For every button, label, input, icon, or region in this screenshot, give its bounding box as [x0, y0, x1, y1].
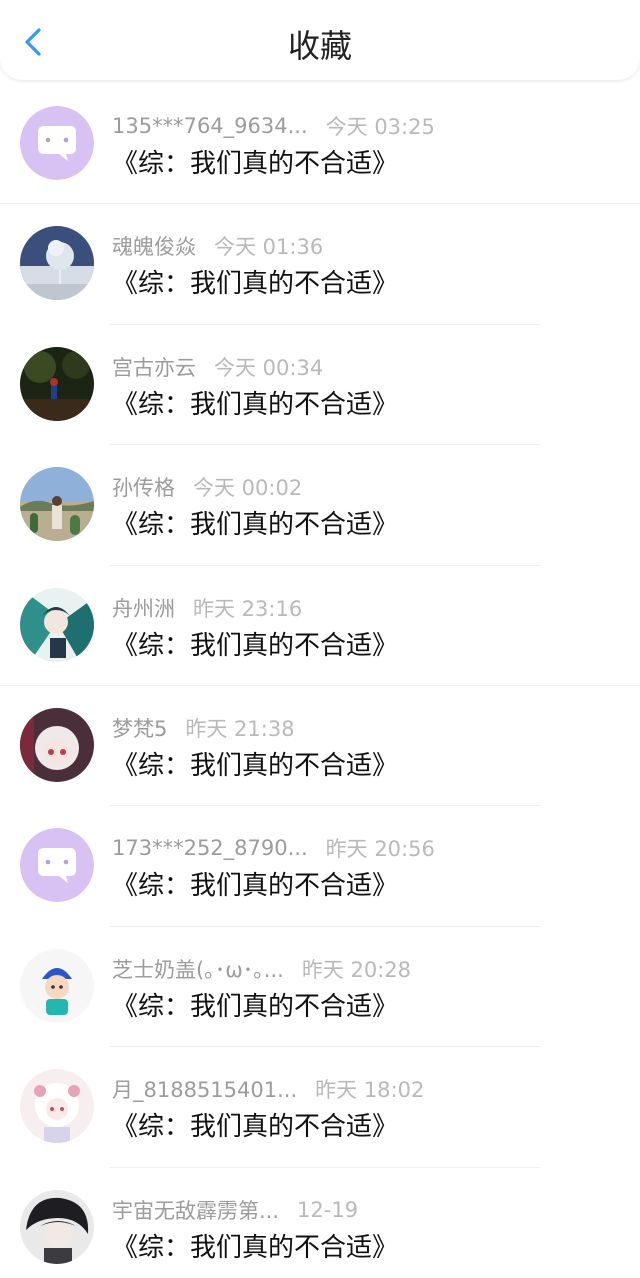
- book-title[interactable]: 《综：我们真的不合适》: [112, 1231, 398, 1265]
- book-title[interactable]: 《综：我们真的不合适》: [112, 388, 398, 422]
- item-meta: 舟州洲 昨天 23:16: [112, 593, 302, 623]
- timestamp: 今天 00:34: [214, 355, 324, 380]
- default-chat-avatar-icon: [20, 828, 94, 903]
- list-item[interactable]: 宫古亦云 今天 00:34 《综：我们真的不合适》: [0, 325, 640, 446]
- user-name[interactable]: 月_8188515401...: [112, 1074, 297, 1104]
- favorites-screen: 收藏 135***764_9634... 今天 03:25 《综：我们真的不合适…: [0, 0, 640, 1278]
- timestamp: 昨天 20:56: [325, 837, 435, 862]
- list-item[interactable]: 135***764_9634... 今天 03:25 《综：我们真的不合适》: [0, 84, 640, 205]
- list-item[interactable]: 芝士奶盖(｡･ω･｡... 昨天 20:28 《综：我们真的不合适》: [0, 927, 640, 1048]
- book-title[interactable]: 《综：我们真的不合适》: [112, 508, 398, 542]
- list-item[interactable]: 月_8188515401... 昨天 18:02 《综：我们真的不合适》: [0, 1047, 640, 1168]
- avatar[interactable]: [20, 948, 94, 1023]
- avatar[interactable]: [20, 106, 94, 180]
- timestamp: 昨天 18:02: [315, 1078, 425, 1103]
- list-item[interactable]: 魂魄俊焱 今天 01:36 《综：我们真的不合适》: [0, 204, 640, 325]
- outdoor-person-photo-icon: [20, 467, 94, 542]
- user-name[interactable]: 宇宙无敌霹雳第...: [112, 1195, 279, 1225]
- list-item[interactable]: 宇宙无敌霹雳第... 12-19 《综：我们真的不合适》: [0, 1168, 640, 1278]
- user-name[interactable]: 舟州洲: [112, 593, 175, 623]
- avatar[interactable]: [20, 707, 94, 782]
- winter-tree-photo-icon: [20, 226, 94, 301]
- item-meta: 宇宙无敌霹雳第... 12-19: [112, 1195, 358, 1225]
- book-title[interactable]: 《综：我们真的不合适》: [112, 267, 398, 301]
- avatar[interactable]: [20, 587, 94, 662]
- avatar[interactable]: [20, 1189, 94, 1264]
- book-title[interactable]: 《综：我们真的不合适》: [112, 749, 398, 783]
- book-title[interactable]: 《综：我们真的不合适》: [112, 869, 398, 903]
- user-name[interactable]: 梦梵5: [112, 713, 167, 743]
- top-bar: 收藏: [0, 0, 640, 80]
- list-item[interactable]: 孙传格 今天 00:02 《综：我们真的不合适》: [0, 445, 640, 566]
- anime-girl-pastel-icon: [20, 1069, 94, 1144]
- list-item[interactable]: 梦梵5 昨天 21:38 《综：我们真的不合适》: [0, 686, 640, 807]
- dark-forest-photo-icon: [20, 346, 94, 421]
- avatar[interactable]: [20, 346, 94, 421]
- timestamp: 昨天 21:38: [185, 716, 295, 741]
- user-name[interactable]: 芝士奶盖(｡･ω･｡...: [112, 954, 284, 984]
- page-title: 收藏: [287, 27, 352, 65]
- timestamp: 今天 01:36: [214, 235, 324, 260]
- anime-girl-white-hair-icon: [20, 707, 94, 782]
- item-meta: 宫古亦云 今天 00:34: [112, 352, 323, 382]
- user-name[interactable]: 宫古亦云: [112, 352, 196, 382]
- anime-art-teal-icon: [20, 587, 94, 662]
- item-meta: 月_8188515401... 昨天 18:02: [112, 1074, 424, 1104]
- item-meta: 孙传格 今天 00:02: [112, 472, 302, 502]
- item-meta: 173***252_8790... 昨天 20:56: [112, 833, 435, 863]
- avatar[interactable]: [20, 467, 94, 542]
- item-meta: 梦梵5 昨天 21:38: [112, 713, 295, 743]
- item-meta: 魂魄俊焱 今天 01:36: [112, 231, 323, 261]
- timestamp: 12-19: [297, 1197, 359, 1222]
- user-name[interactable]: 魂魄俊焱: [112, 231, 196, 261]
- list-item[interactable]: 173***252_8790... 昨天 20:56 《综：我们真的不合适》: [0, 806, 640, 927]
- avatar[interactable]: [20, 828, 94, 903]
- user-name[interactable]: 孙传格: [112, 472, 175, 502]
- dark-hair-sketch-icon: [20, 1189, 94, 1264]
- timestamp: 昨天 23:16: [193, 596, 303, 621]
- favorites-list: 135***764_9634... 今天 03:25 《综：我们真的不合适》 魂…: [0, 84, 640, 1278]
- user-name[interactable]: 135***764_9634...: [112, 114, 308, 138]
- list-item[interactable]: 舟州洲 昨天 23:16 《综：我们真的不合适》: [0, 566, 640, 686]
- book-title[interactable]: 《综：我们真的不合适》: [112, 147, 398, 181]
- avatar[interactable]: [20, 226, 94, 301]
- default-chat-avatar-icon: [20, 106, 94, 180]
- item-meta: 135***764_9634... 今天 03:25: [112, 111, 435, 141]
- user-name[interactable]: 173***252_8790...: [112, 836, 308, 860]
- timestamp: 今天 03:25: [325, 115, 435, 139]
- book-title[interactable]: 《综：我们真的不合适》: [112, 1110, 398, 1144]
- book-title[interactable]: 《综：我们真的不合适》: [112, 990, 398, 1024]
- cartoon-boy-blue-hat-icon: [20, 948, 94, 1023]
- book-title[interactable]: 《综：我们真的不合适》: [112, 629, 398, 663]
- avatar[interactable]: [20, 1069, 94, 1144]
- item-meta: 芝士奶盖(｡･ω･｡... 昨天 20:28: [112, 954, 411, 984]
- timestamp: 今天 00:02: [193, 476, 303, 501]
- timestamp: 昨天 20:28: [301, 957, 412, 982]
